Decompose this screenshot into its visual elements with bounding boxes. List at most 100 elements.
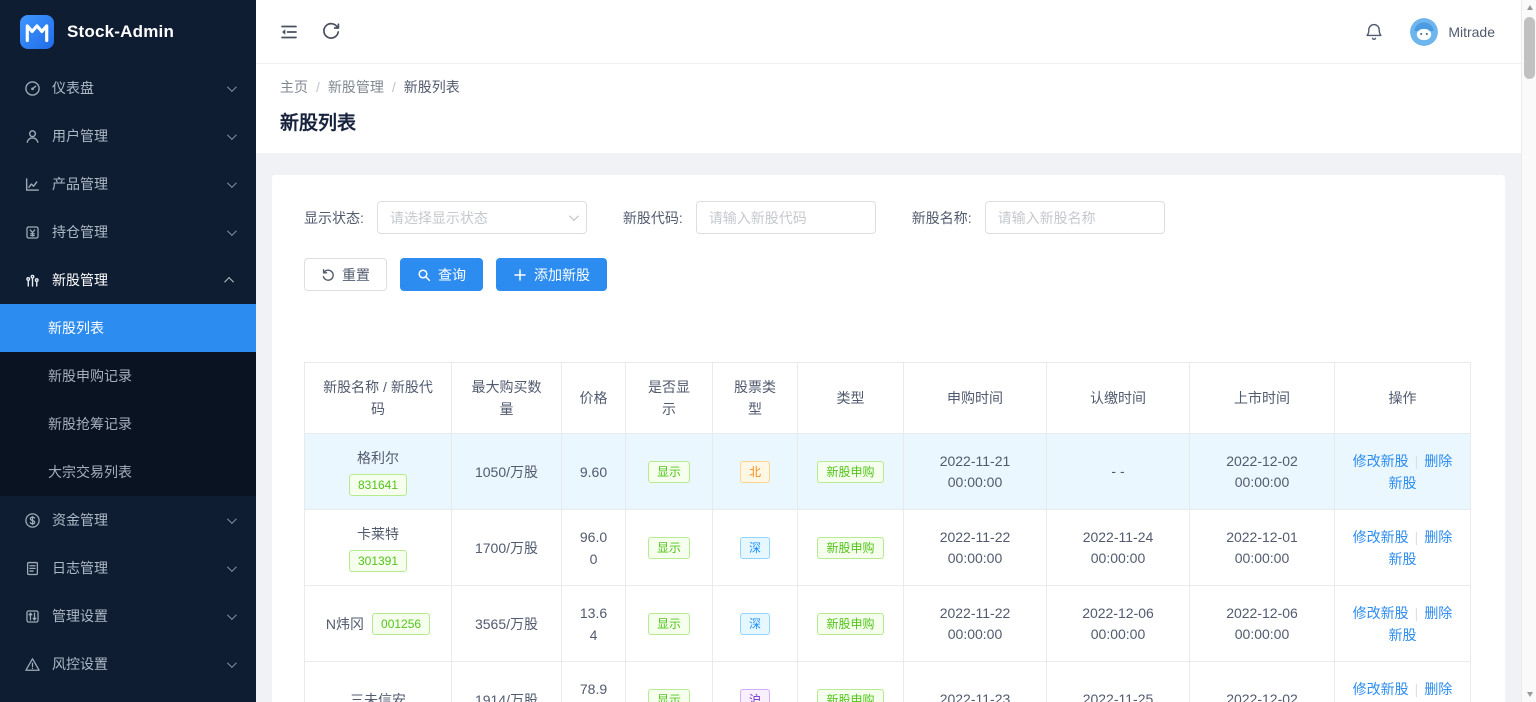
sidebar-submenu: 新股列表新股申购记录新股抢筹记录大宗交易列表 — [0, 304, 256, 496]
sidebar-item[interactable]: 仪表盘 — [0, 64, 256, 112]
sidebar-subitem[interactable]: 新股列表 — [0, 304, 256, 352]
chevron-down-icon — [227, 178, 237, 188]
sidebar-item-label: 日志管理 — [52, 558, 227, 578]
status-select-placeholder: 请选择显示状态 — [390, 208, 569, 228]
sidebar-subitem[interactable]: 大宗交易列表 — [0, 448, 256, 496]
user-avatar[interactable] — [1410, 18, 1438, 46]
table-row[interactable]: N炜冈001256 3565/万股 13.64 显示 深 新股申购 2022-1… — [305, 586, 1471, 662]
status-select[interactable]: 请选择显示状态 — [377, 201, 587, 234]
cell-visibility: 显示 — [626, 662, 713, 702]
reset-button[interactable]: 重置 — [304, 258, 387, 291]
market-badge: 沪 — [740, 689, 770, 702]
stock-name-input[interactable] — [985, 201, 1165, 234]
sidebar-item-label: 风控设置 — [52, 654, 227, 674]
cell-visibility: 显示 — [626, 510, 713, 586]
chevron-down-icon — [227, 514, 237, 524]
cell-actions: 修改新股|删除新股 — [1335, 434, 1471, 510]
gauge-icon — [24, 80, 41, 97]
cell-listing-time: 2022-12-0200:00:00 — [1190, 434, 1335, 510]
table-row[interactable]: 三未信安 1914/万股 78.90 显示 沪 新股申购 2022-11-23 … — [305, 662, 1471, 702]
breadcrumb-item[interactable]: 新股管理 — [328, 77, 384, 97]
cell-actions: 修改新股|删除新股 — [1335, 586, 1471, 662]
button-row: 重置 查询 添加新股 — [304, 258, 1473, 291]
cell-payment-time: 2022-11-2400:00:00 — [1047, 510, 1190, 586]
cell-stock-name: 三未信安 — [305, 662, 452, 702]
add-stock-button[interactable]: 添加新股 — [496, 258, 607, 291]
column-header: 新股名称 / 新股代码 — [305, 363, 452, 434]
table-row[interactable]: 卡莱特301391 1700/万股 96.00 显示 深 新股申购 2022-1… — [305, 510, 1471, 586]
sidebar-item-label: 新股管理 — [52, 270, 227, 290]
code-label: 新股代码: — [623, 208, 683, 228]
stock-table: 新股名称 / 新股代码最大购买数量价格是否显示股票类型类型申购时间认缴时间上市时… — [304, 362, 1471, 702]
page-header: 主页/新股管理/新股列表 新股列表 — [256, 64, 1521, 153]
stock-code-input[interactable] — [696, 201, 876, 234]
stock-name: N炜冈 — [326, 613, 364, 635]
sidebar-item-label: 仪表盘 — [52, 78, 227, 98]
name-label: 新股名称: — [912, 208, 972, 228]
sidebar-item-label: 产品管理 — [52, 174, 227, 194]
sidebar-subitem[interactable]: 新股申购记录 — [0, 352, 256, 400]
cell-type: 新股申购 — [798, 662, 904, 702]
cell-type: 新股申购 — [798, 510, 904, 586]
scrollbar-thumb[interactable] — [1524, 17, 1535, 79]
sidebar-item[interactable]: 资金管理 — [0, 496, 256, 544]
chevron-down-icon — [227, 82, 237, 92]
stock-name: 格利尔 — [357, 447, 399, 469]
sidebar-item[interactable]: 新股管理 — [0, 256, 256, 304]
cell-market-type: 深 — [713, 510, 798, 586]
breadcrumb-item[interactable]: 主页 — [280, 77, 308, 97]
sidebar-subitem[interactable]: 新股抢筹记录 — [0, 400, 256, 448]
breadcrumb-separator: / — [392, 79, 396, 95]
cell-subscribe-time: 2022-11-2200:00:00 — [904, 586, 1047, 662]
filter-row: 显示状态: 请选择显示状态 新股代码: 新股名称: — [304, 201, 1473, 234]
breadcrumb-item: 新股列表 — [404, 77, 460, 97]
link-divider: | — [1415, 529, 1419, 545]
cell-subscribe-time: 2022-11-23 — [904, 662, 1047, 702]
type-badge: 新股申购 — [817, 689, 883, 702]
app-logo[interactable]: Stock-Admin — [0, 0, 256, 64]
edit-stock-link[interactable]: 修改新股 — [1353, 453, 1409, 469]
sidebar-item-label: 资金管理 — [52, 510, 227, 530]
status-label: 显示状态: — [304, 208, 364, 228]
cell-subscribe-time: 2022-11-2100:00:00 — [904, 434, 1047, 510]
edit-stock-link[interactable]: 修改新股 — [1353, 605, 1409, 621]
cell-max-quantity: 1700/万股 — [452, 510, 562, 586]
sidebar-item-label: 用户管理 — [52, 126, 227, 146]
search-button[interactable]: 查询 — [400, 258, 483, 291]
cell-market-type: 北 — [713, 434, 798, 510]
sidebar-item[interactable]: 持仓管理 — [0, 208, 256, 256]
link-divider: | — [1415, 605, 1419, 621]
breadcrumb-separator: / — [316, 79, 320, 95]
sidebar-item[interactable]: 产品管理 — [0, 160, 256, 208]
table-row[interactable]: 格利尔831641 1050/万股 9.60 显示 北 新股申购 2022-11… — [305, 434, 1471, 510]
refresh-icon[interactable] — [320, 21, 342, 43]
sidebar-item[interactable]: 日志管理 — [0, 544, 256, 592]
stock-code-badge: 301391 — [349, 550, 407, 572]
user-name[interactable]: Mitrade — [1448, 24, 1495, 40]
search-icon — [417, 268, 431, 282]
column-header: 类型 — [798, 363, 904, 434]
cell-payment-time: 2022-11-25 — [1047, 662, 1190, 702]
type-badge: 新股申购 — [817, 613, 883, 635]
collapse-sidebar-icon[interactable] — [278, 21, 300, 43]
cell-stock-name: N炜冈001256 — [305, 586, 452, 662]
chevron-down-icon — [227, 562, 237, 572]
cell-price: 78.90 — [562, 662, 626, 702]
vertical-scrollbar[interactable] — [1521, 0, 1536, 702]
chevron-down-icon — [227, 226, 237, 236]
scroll-up-arrow[interactable] — [1522, 0, 1536, 15]
sidebar-item[interactable]: 风控设置 — [0, 640, 256, 688]
cell-visibility: 显示 — [626, 434, 713, 510]
product-chart-icon — [24, 176, 41, 193]
edit-stock-link[interactable]: 修改新股 — [1353, 681, 1409, 697]
position-yuan-icon — [24, 224, 41, 241]
scroll-down-arrow[interactable] — [1522, 687, 1536, 702]
cell-price: 96.00 — [562, 510, 626, 586]
notifications-bell-icon[interactable] — [1364, 22, 1384, 42]
cell-max-quantity: 3565/万股 — [452, 586, 562, 662]
visibility-badge: 显示 — [648, 537, 690, 559]
sidebar-item[interactable]: 用户管理 — [0, 112, 256, 160]
market-badge: 北 — [740, 461, 770, 483]
edit-stock-link[interactable]: 修改新股 — [1353, 529, 1409, 545]
sidebar-item[interactable]: 管理设置 — [0, 592, 256, 640]
